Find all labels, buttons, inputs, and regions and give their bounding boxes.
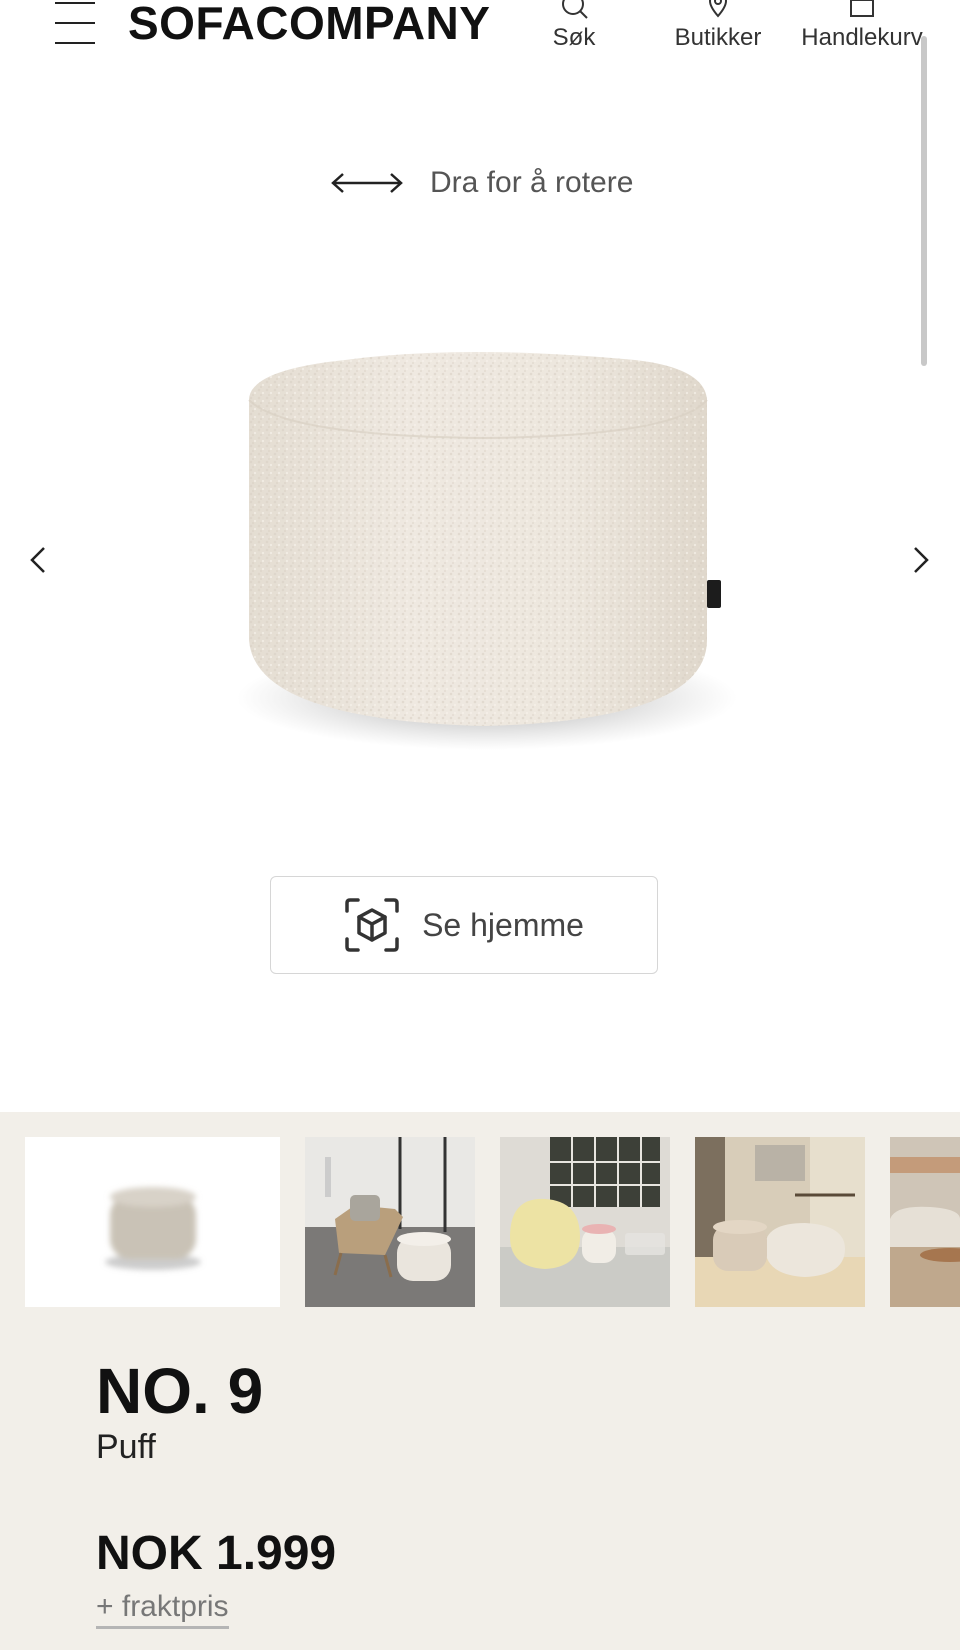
thumbnail-4[interactable]: [695, 1137, 865, 1307]
view-at-home-label: Se hjemme: [422, 906, 584, 943]
double-arrow-icon: [331, 173, 403, 193]
scrollbar[interactable]: [921, 36, 927, 366]
thumbnail-1[interactable]: [25, 1137, 280, 1307]
cart-label: Handlekurv: [801, 24, 923, 51]
thumbnail-5[interactable]: [890, 1137, 960, 1307]
search-icon: [562, 0, 588, 19]
product-3d-view[interactable]: [225, 340, 745, 760]
location-pin-icon: [708, 0, 728, 18]
rotate-hint: Dra for å rotere: [330, 166, 633, 200]
brand-logo[interactable]: SOFACOMPANY: [128, 0, 490, 50]
product-name: NO. 9: [96, 1355, 264, 1427]
shopping-bag-icon: [850, 0, 874, 17]
hamburger-menu-icon[interactable]: [55, 0, 95, 46]
chevron-left-icon[interactable]: [22, 540, 52, 580]
view-at-home-button[interactable]: Se hjemme: [270, 876, 658, 974]
chevron-right-icon[interactable]: [907, 540, 937, 580]
header: SOFACOMPANY Søk Butikker Handlekurv: [0, 0, 960, 60]
product-price: NOK 1.999: [96, 1527, 337, 1580]
search-label: Søk: [552, 24, 596, 51]
thumbnail-3[interactable]: [500, 1137, 670, 1307]
rotate-hint-text: Dra for å rotere: [430, 166, 634, 199]
shipping-price-link[interactable]: + fraktpris: [96, 1590, 229, 1629]
stores-label: Butikker: [674, 24, 762, 51]
ar-cube-icon: [345, 898, 399, 952]
product-type: Puff: [96, 1428, 156, 1466]
thumbnail-2[interactable]: [305, 1137, 475, 1307]
